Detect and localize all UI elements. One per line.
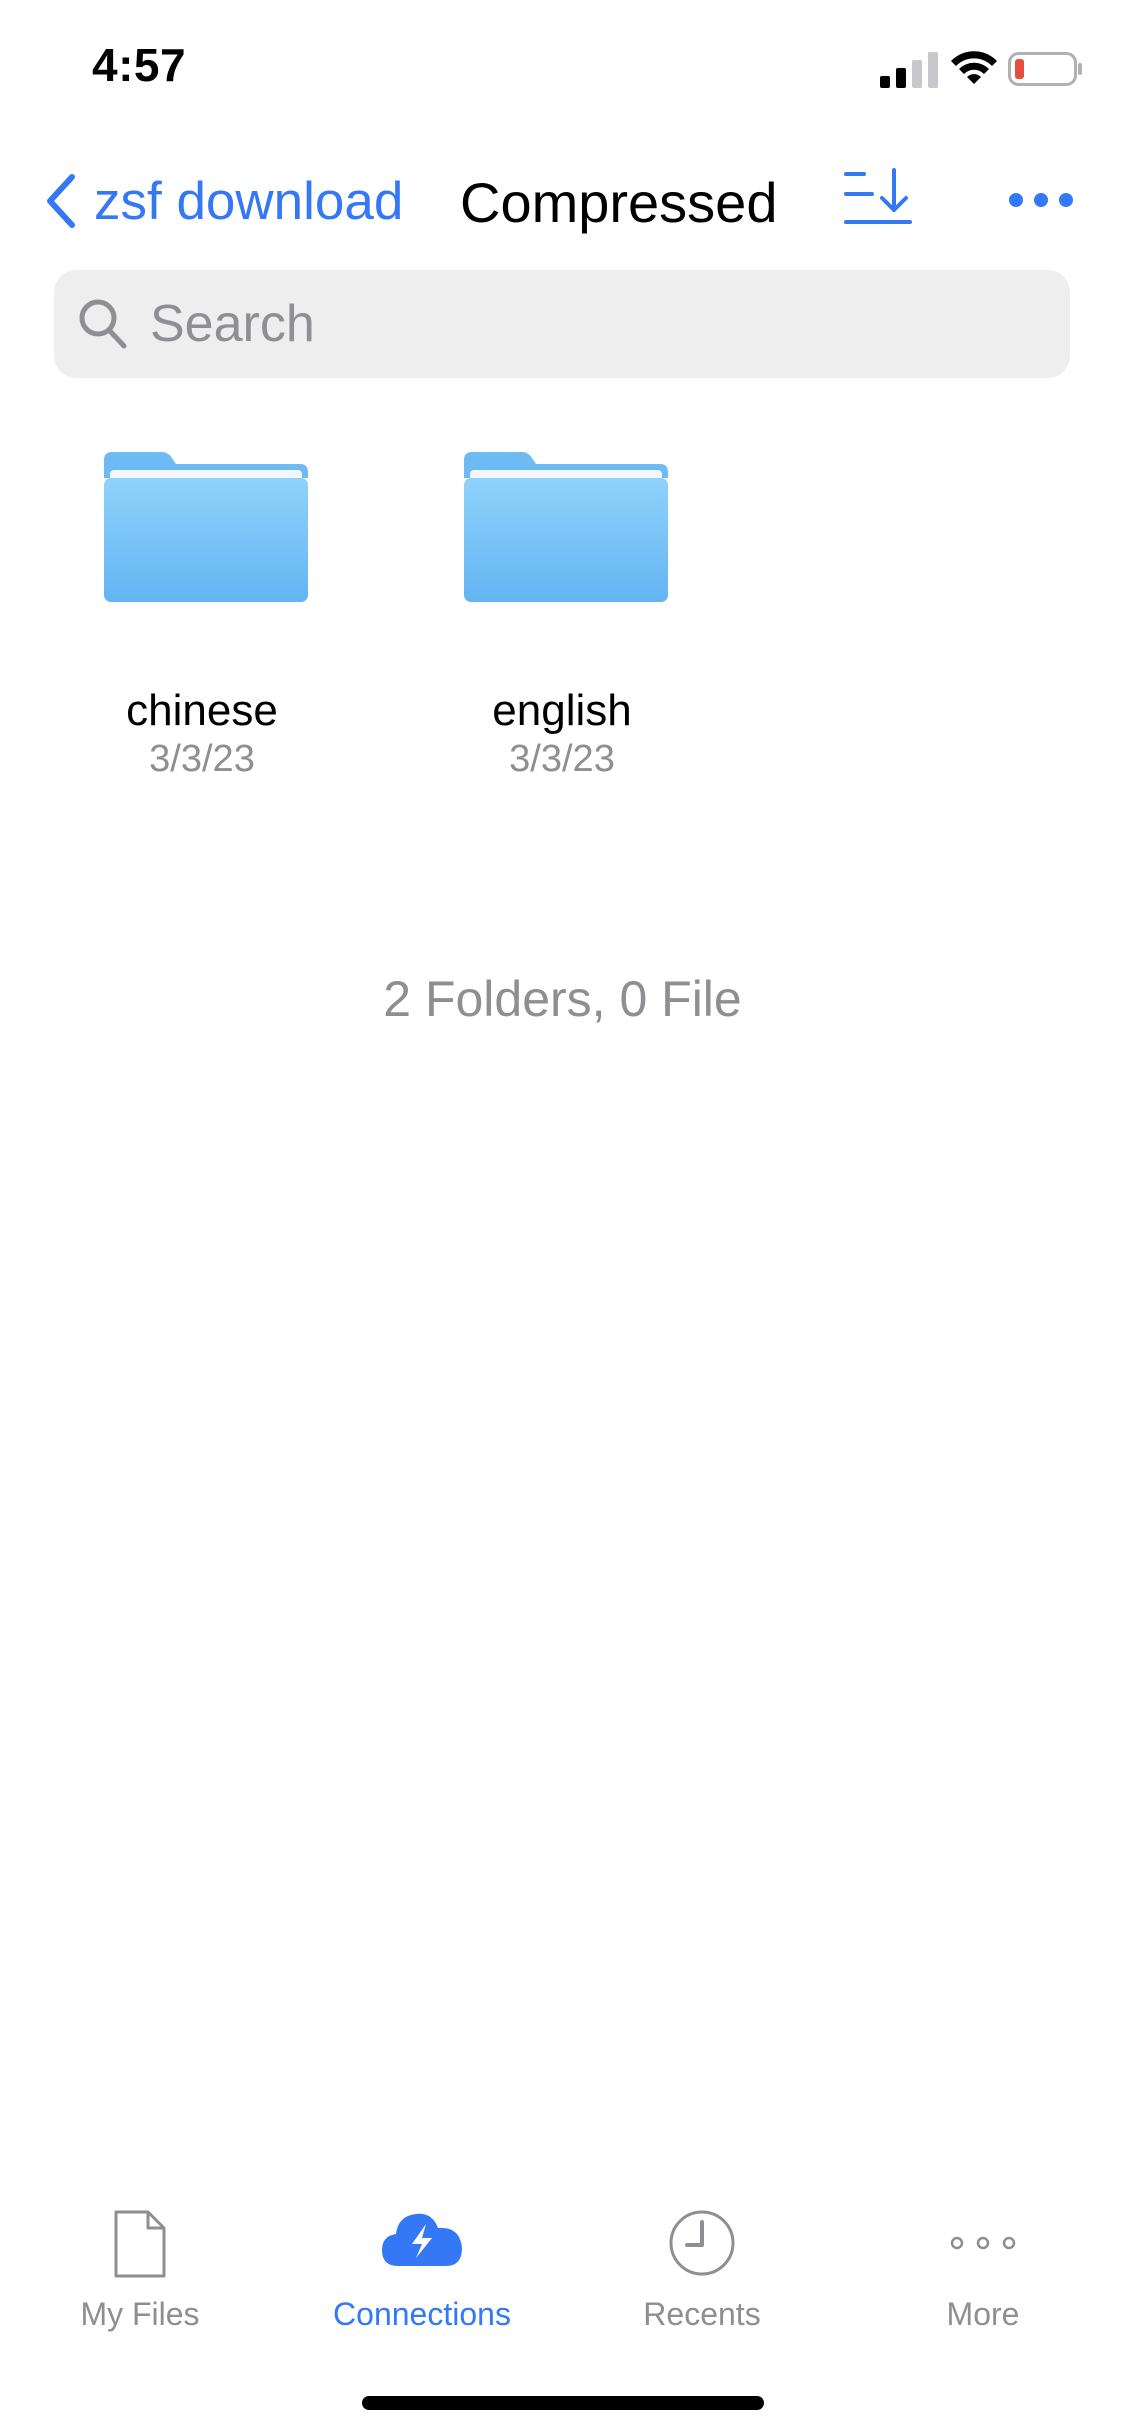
back-button[interactable]: zsf download: [44, 166, 403, 236]
wifi-icon: [951, 51, 997, 84]
folder-name: chinese: [126, 686, 278, 735]
folder-name: english: [492, 686, 632, 735]
cellular-signal-icon: [880, 52, 938, 88]
navigation-bar: zsf download Compressed: [0, 150, 1125, 250]
folder-date: 3/3/23: [509, 738, 615, 780]
search-input[interactable]: [148, 293, 1032, 355]
chevron-left-icon: [47, 174, 75, 228]
folder-date: 3/3/23: [149, 738, 255, 780]
tab-more[interactable]: More: [843, 2190, 1123, 2350]
folder-icon: [104, 452, 308, 602]
tab-recents[interactable]: Recents: [562, 2190, 842, 2350]
search-icon: [79, 299, 127, 349]
status-bar: 4:57: [0, 0, 1125, 130]
tab-label: Recents: [643, 2296, 761, 2332]
battery-low-icon: [1008, 52, 1082, 86]
cloud-bolt-icon: [382, 2213, 462, 2266]
more-options-icon[interactable]: [1008, 180, 1074, 220]
search-bar[interactable]: [54, 270, 1070, 378]
clock-icon: [669, 2210, 735, 2276]
ellipsis-icon: [950, 2236, 1016, 2250]
document-icon: [114, 2210, 166, 2278]
folder-item-english[interactable]: english 3/3/23: [432, 440, 692, 800]
folder-icon: [464, 452, 668, 602]
tab-bar: My Files Connections Recents More: [0, 2190, 1125, 2350]
sort-download-icon[interactable]: [842, 164, 914, 236]
status-time: 4:57: [92, 39, 187, 91]
tab-my-files[interactable]: My Files: [0, 2190, 280, 2350]
tab-label: My Files: [80, 2296, 200, 2332]
page-title: Compressed: [460, 171, 778, 234]
home-indicator: [362, 2396, 764, 2410]
folder-count-summary: 2 Folders, 0 File: [383, 971, 742, 1027]
folder-item-chinese[interactable]: chinese 3/3/23: [72, 440, 332, 800]
tab-connections[interactable]: Connections: [282, 2190, 562, 2350]
tab-label: More: [946, 2296, 1020, 2332]
tab-label: Connections: [333, 2296, 511, 2332]
back-button-label: zsf download: [94, 171, 404, 231]
